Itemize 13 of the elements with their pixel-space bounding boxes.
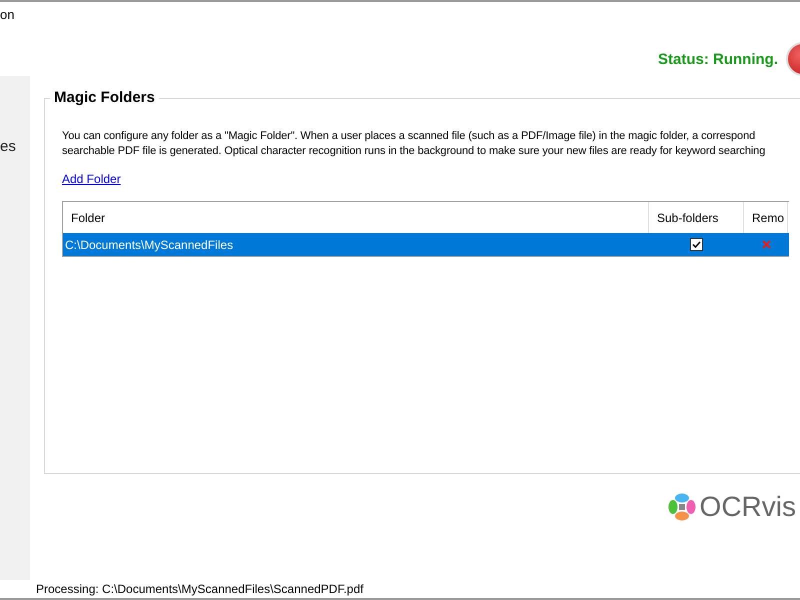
checkbox[interactable] xyxy=(690,238,703,251)
status-bar-text: Processing: C:\Documents\MyScannedFiles\ScannedPDF.pdf xyxy=(0,580,800,600)
description-text: searchable PDF file is generated. Optical character recognition runs in the background to make sure your new files are ready for keyword searching xyxy=(62,144,766,159)
window-title: on xyxy=(0,6,16,24)
table-row[interactable]: C:\Documents\MyScannedFiles xyxy=(63,233,789,256)
description-text: You can configure any folder as a "Magic Folder". When a user places a scanned file (such as a PDF/Image file) in the magic folder, a correspond xyxy=(62,129,756,144)
add-folder-link[interactable]: Add Folder xyxy=(62,172,121,186)
group-title: Magic Folders xyxy=(50,89,159,106)
table-cell-text: C:\Documents\MyScannedFiles xyxy=(64,238,234,252)
sidebar-item[interactable]: es xyxy=(0,134,30,159)
logo-text: OCRvis xyxy=(700,491,796,523)
status-text: Status: Running. xyxy=(658,50,778,68)
logo-icon xyxy=(668,493,696,521)
